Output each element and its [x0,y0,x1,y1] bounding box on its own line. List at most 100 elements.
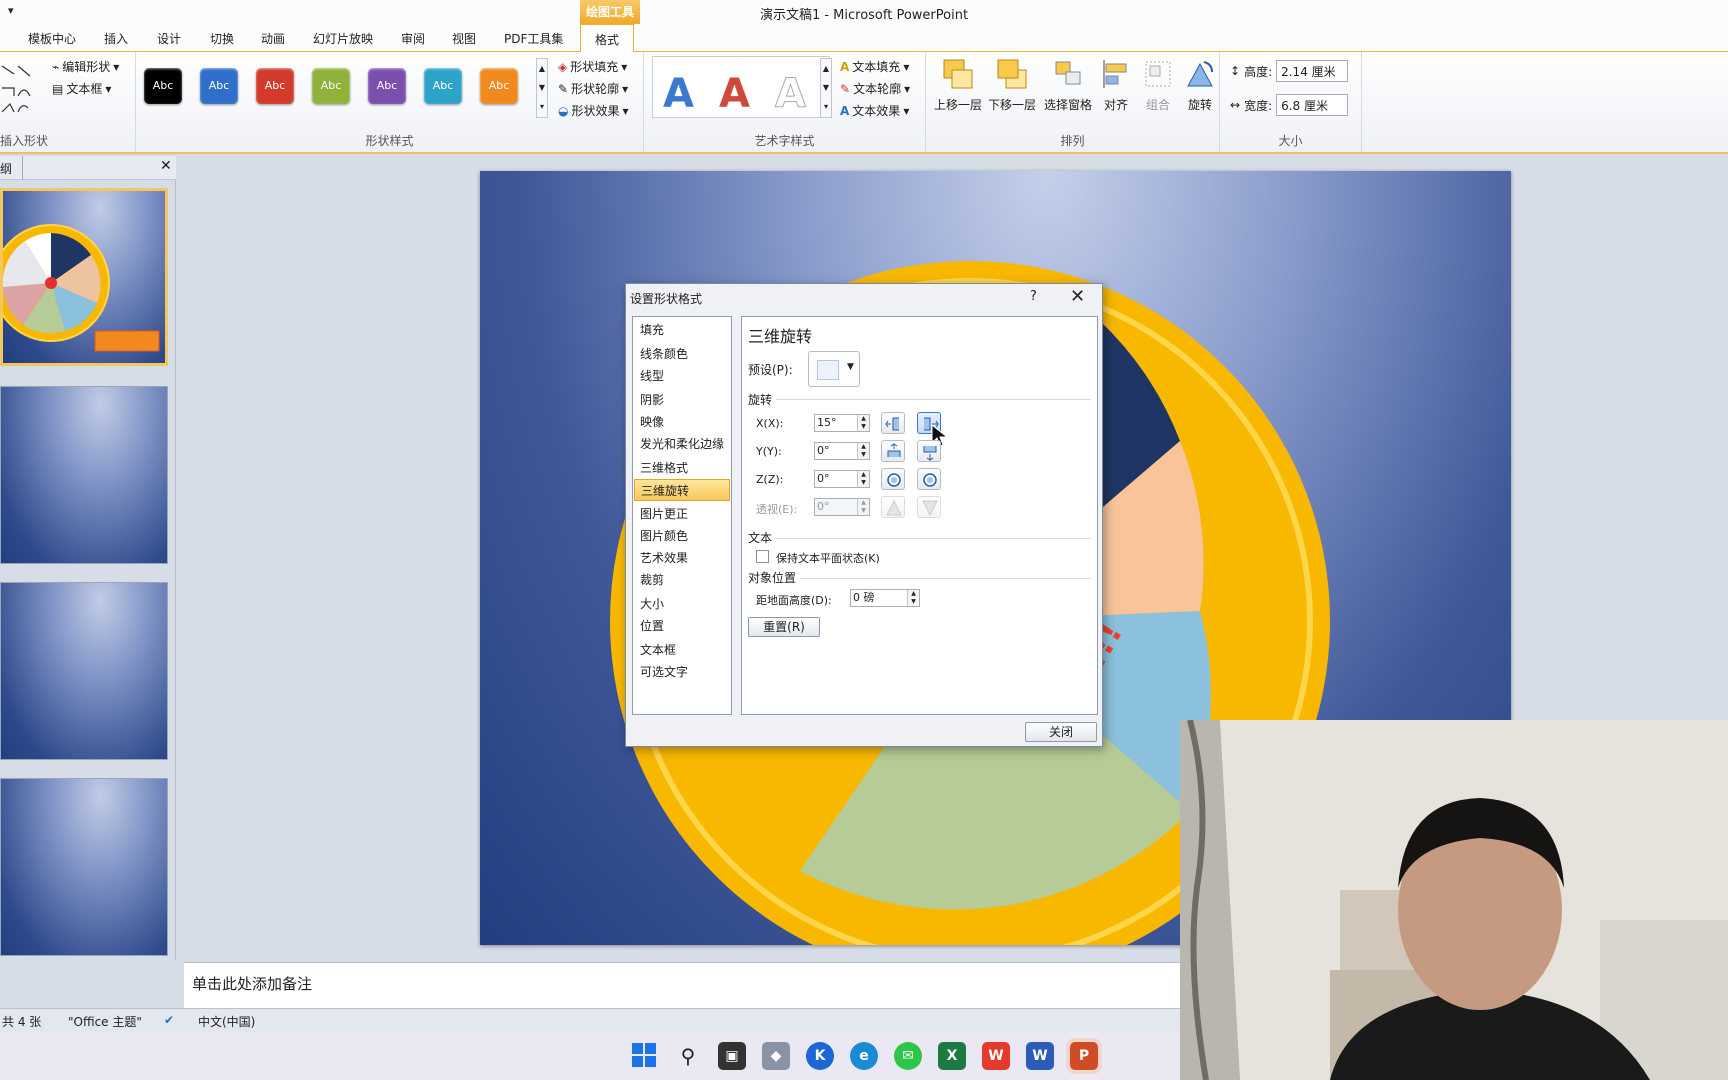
language[interactable]: 中文(中国) [198,1013,255,1030]
height-input[interactable]: 2.14 厘米 [1276,60,1349,82]
nav-position[interactable]: 位置 [634,615,730,637]
x-rotate-left-button[interactable] [881,412,905,434]
bring-forward-button[interactable]: 上移一层 [932,58,984,113]
wps-icon[interactable]: W [982,1042,1010,1070]
tab-transitions[interactable]: 切换 [210,30,234,47]
nav-fill[interactable]: 填充 [634,319,730,341]
shape-style-swatch[interactable]: Abc [256,68,294,104]
close-button[interactable]: 关闭 [1025,722,1097,742]
width-input[interactable]: 6.8 厘米 [1276,94,1349,116]
perspective-input[interactable]: 0° ▲ ▼ [814,498,870,516]
spellcheck-icon[interactable]: ✔ [164,1013,174,1027]
tab-template-center[interactable]: 模板中心 [28,30,76,47]
selection-pane-button[interactable]: 选择窗格 [1040,58,1096,113]
nav-text-box[interactable]: 文本框 [634,639,730,661]
y-rotation-input[interactable]: 0° ▲ ▼ [814,442,870,460]
z-rotate-ccw-button[interactable] [881,468,905,490]
shape-effects-button[interactable]: ◒ 形状效果 ▾ [558,102,629,119]
shape-style-swatch[interactable]: Abc [368,68,406,104]
notes-pane[interactable]: 单击此处添加备注 [184,962,1184,1008]
perspective-widen-button[interactable] [917,496,941,518]
x-rotation-input[interactable]: 15° ▲ ▼ [814,414,870,432]
shape-style-swatch[interactable]: Abc [424,68,462,104]
wordart-scroll-icon[interactable]: ▲ ▼ ▾ [820,58,832,118]
z-rotate-cw-button[interactable] [917,468,941,490]
nav-picture-corrections[interactable]: 图片更正 [634,503,730,525]
shape-style-swatch[interactable]: Abc [480,68,518,104]
text-outline-button[interactable]: ✎ 文本轮廓 ▾ [840,80,910,97]
close-panel-icon[interactable]: ✕ [160,158,172,174]
slide-thumbnail-2[interactable] [0,386,168,564]
shape-style-swatch[interactable]: Abc [200,68,238,104]
nav-artistic-effects[interactable]: 艺术效果 [634,547,730,569]
nav-line-style[interactable]: 线型 [634,365,730,387]
shape-style-swatch[interactable]: Abc [312,68,350,104]
tab-insert[interactable]: 插入 [104,30,128,47]
word-icon[interactable]: W [1026,1042,1054,1070]
text-fill-button[interactable]: A 文本填充 ▾ [840,58,909,75]
windows-start-icon[interactable] [630,1042,658,1070]
edge-icon[interactable]: e [850,1042,878,1070]
edit-shape-button[interactable]: ⌁ 编辑形状 ▾ [52,58,119,75]
nav-picture-color[interactable]: 图片颜色 [634,525,730,547]
nav-3d-format[interactable]: 三维格式 [634,457,730,479]
help-icon[interactable]: ? [1030,289,1037,304]
wordart-style-red[interactable]: A [719,71,750,117]
tab-pdf-tools[interactable]: PDF工具集 [504,30,563,47]
text-box-button[interactable]: ▤ 文本框 ▾ [52,80,111,97]
text-effects-button[interactable]: A 文本效果 ▾ [840,102,909,119]
nav-size[interactable]: 大小 [634,593,730,615]
nav-alt-text[interactable]: 可选文字 [634,661,730,683]
shape-outline-button[interactable]: ✎ 形状轮廓 ▾ [558,80,628,97]
nav-crop[interactable]: 裁剪 [634,569,730,591]
tab-format[interactable]: 格式 [580,24,635,52]
search-icon[interactable]: ⚲ [674,1042,702,1070]
tab-view[interactable]: 视图 [452,30,476,47]
reset-button[interactable]: 重置(R) [748,617,820,637]
preset-dropdown[interactable]: ▼ [808,351,860,387]
wordart-style-white[interactable]: A [775,71,807,118]
y-spinner-icon[interactable]: ▲ ▼ [857,443,869,459]
keep-text-flat-checkbox[interactable] [756,550,769,563]
slide-thumbnail-1[interactable] [0,188,168,366]
perspective-narrow-button[interactable] [881,496,905,518]
app-icon[interactable]: ◆ [762,1042,790,1070]
nav-reflection[interactable]: 映像 [634,411,730,433]
shape-fill-button[interactable]: ◈ 形状填充 ▾ [558,58,627,75]
kugou-icon[interactable]: K [806,1042,834,1070]
slide-thumbnail-3[interactable] [0,582,168,760]
slide-thumbnail-4[interactable] [0,778,168,956]
gallery-scroll-icon[interactable]: ▲ ▼ ▾ [536,58,548,118]
nav-3d-rotation[interactable]: 三维旋转 [634,479,730,501]
y-rotate-up-button[interactable] [881,440,905,462]
z-rotation-input[interactable]: 0° ▲ ▼ [814,470,870,488]
tab-slideshow[interactable]: 幻灯片放映 [313,30,373,47]
y-rotate-down-button[interactable] [917,440,941,462]
shape-gallery-icon[interactable] [0,60,44,124]
tab-review[interactable]: 审阅 [401,30,425,47]
nav-line-color[interactable]: 线条颜色 [634,343,730,365]
z-spinner-icon[interactable]: ▲ ▼ [857,471,869,487]
send-backward-button[interactable]: 下移一层 [986,58,1038,113]
dialog-close-icon[interactable]: ✕ [1070,286,1085,307]
outline-tab-fragment[interactable]: 纲 [0,160,12,177]
powerpoint-icon[interactable]: P [1070,1042,1098,1070]
excel-icon[interactable]: X [938,1042,966,1070]
tab-animations[interactable]: 动画 [261,30,285,47]
distance-from-ground-input[interactable]: 0 磅 ▲ ▼ [850,589,920,607]
rotate-button[interactable]: 旋转 [1180,58,1220,113]
wechat-icon[interactable]: ✉ [894,1042,922,1070]
wordart-style-blue[interactable]: A [663,71,694,117]
distance-spinner-icon[interactable]: ▲ ▼ [907,590,919,606]
task-view-icon[interactable]: ▣ [718,1042,746,1070]
group-button[interactable]: 组合 [1138,58,1178,113]
tab-design[interactable]: 设计 [157,30,181,47]
nav-glow-soft-edges[interactable]: 发光和柔化边缘 [634,433,730,455]
y-rotation-label: Y(Y): [756,445,782,458]
preset-label: 预设(P): [748,363,793,377]
perspective-spinner-icon[interactable]: ▲ ▼ [857,499,869,515]
align-button[interactable]: 对齐 [1096,58,1136,113]
nav-shadow[interactable]: 阴影 [634,389,730,411]
x-spinner-icon[interactable]: ▲ ▼ [857,415,869,431]
shape-style-swatch[interactable]: Abc [144,68,182,104]
